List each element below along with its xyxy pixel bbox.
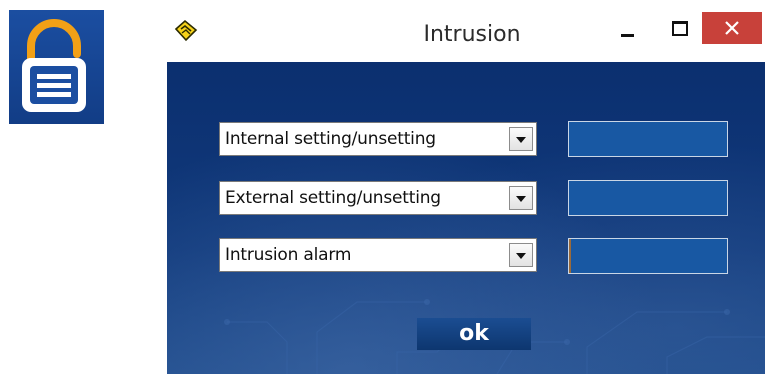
status-indicator-internal bbox=[568, 121, 728, 157]
close-button[interactable] bbox=[702, 12, 762, 44]
minimize-button[interactable] bbox=[605, 12, 650, 44]
dialog-body: Internal setting/unsetting External sett… bbox=[167, 62, 765, 374]
chevron-down-icon[interactable] bbox=[509, 186, 533, 210]
close-icon bbox=[725, 21, 739, 35]
chevron-down-icon[interactable] bbox=[509, 243, 533, 267]
status-indicator-external bbox=[568, 180, 728, 216]
ok-button[interactable]: ok bbox=[417, 318, 531, 350]
mode-select-internal[interactable]: Internal setting/unsetting bbox=[219, 122, 537, 156]
lock-status-tile[interactable] bbox=[9, 10, 104, 124]
select-value: Intrusion alarm bbox=[225, 245, 352, 265]
maximize-button[interactable] bbox=[658, 12, 703, 44]
status-indicator-alarm bbox=[568, 238, 728, 274]
title-bar[interactable]: Intrusion bbox=[167, 0, 765, 62]
mode-select-alarm[interactable]: Intrusion alarm bbox=[219, 238, 537, 272]
mode-select-external[interactable]: External setting/unsetting bbox=[219, 181, 537, 215]
select-value: External setting/unsetting bbox=[225, 188, 441, 208]
select-value: Internal setting/unsetting bbox=[225, 129, 436, 149]
chevron-down-icon[interactable] bbox=[509, 127, 533, 151]
unlocked-padlock-icon bbox=[22, 19, 86, 112]
intrusion-dialog: Intrusion Internal setting/unsetting Ext… bbox=[167, 0, 765, 374]
